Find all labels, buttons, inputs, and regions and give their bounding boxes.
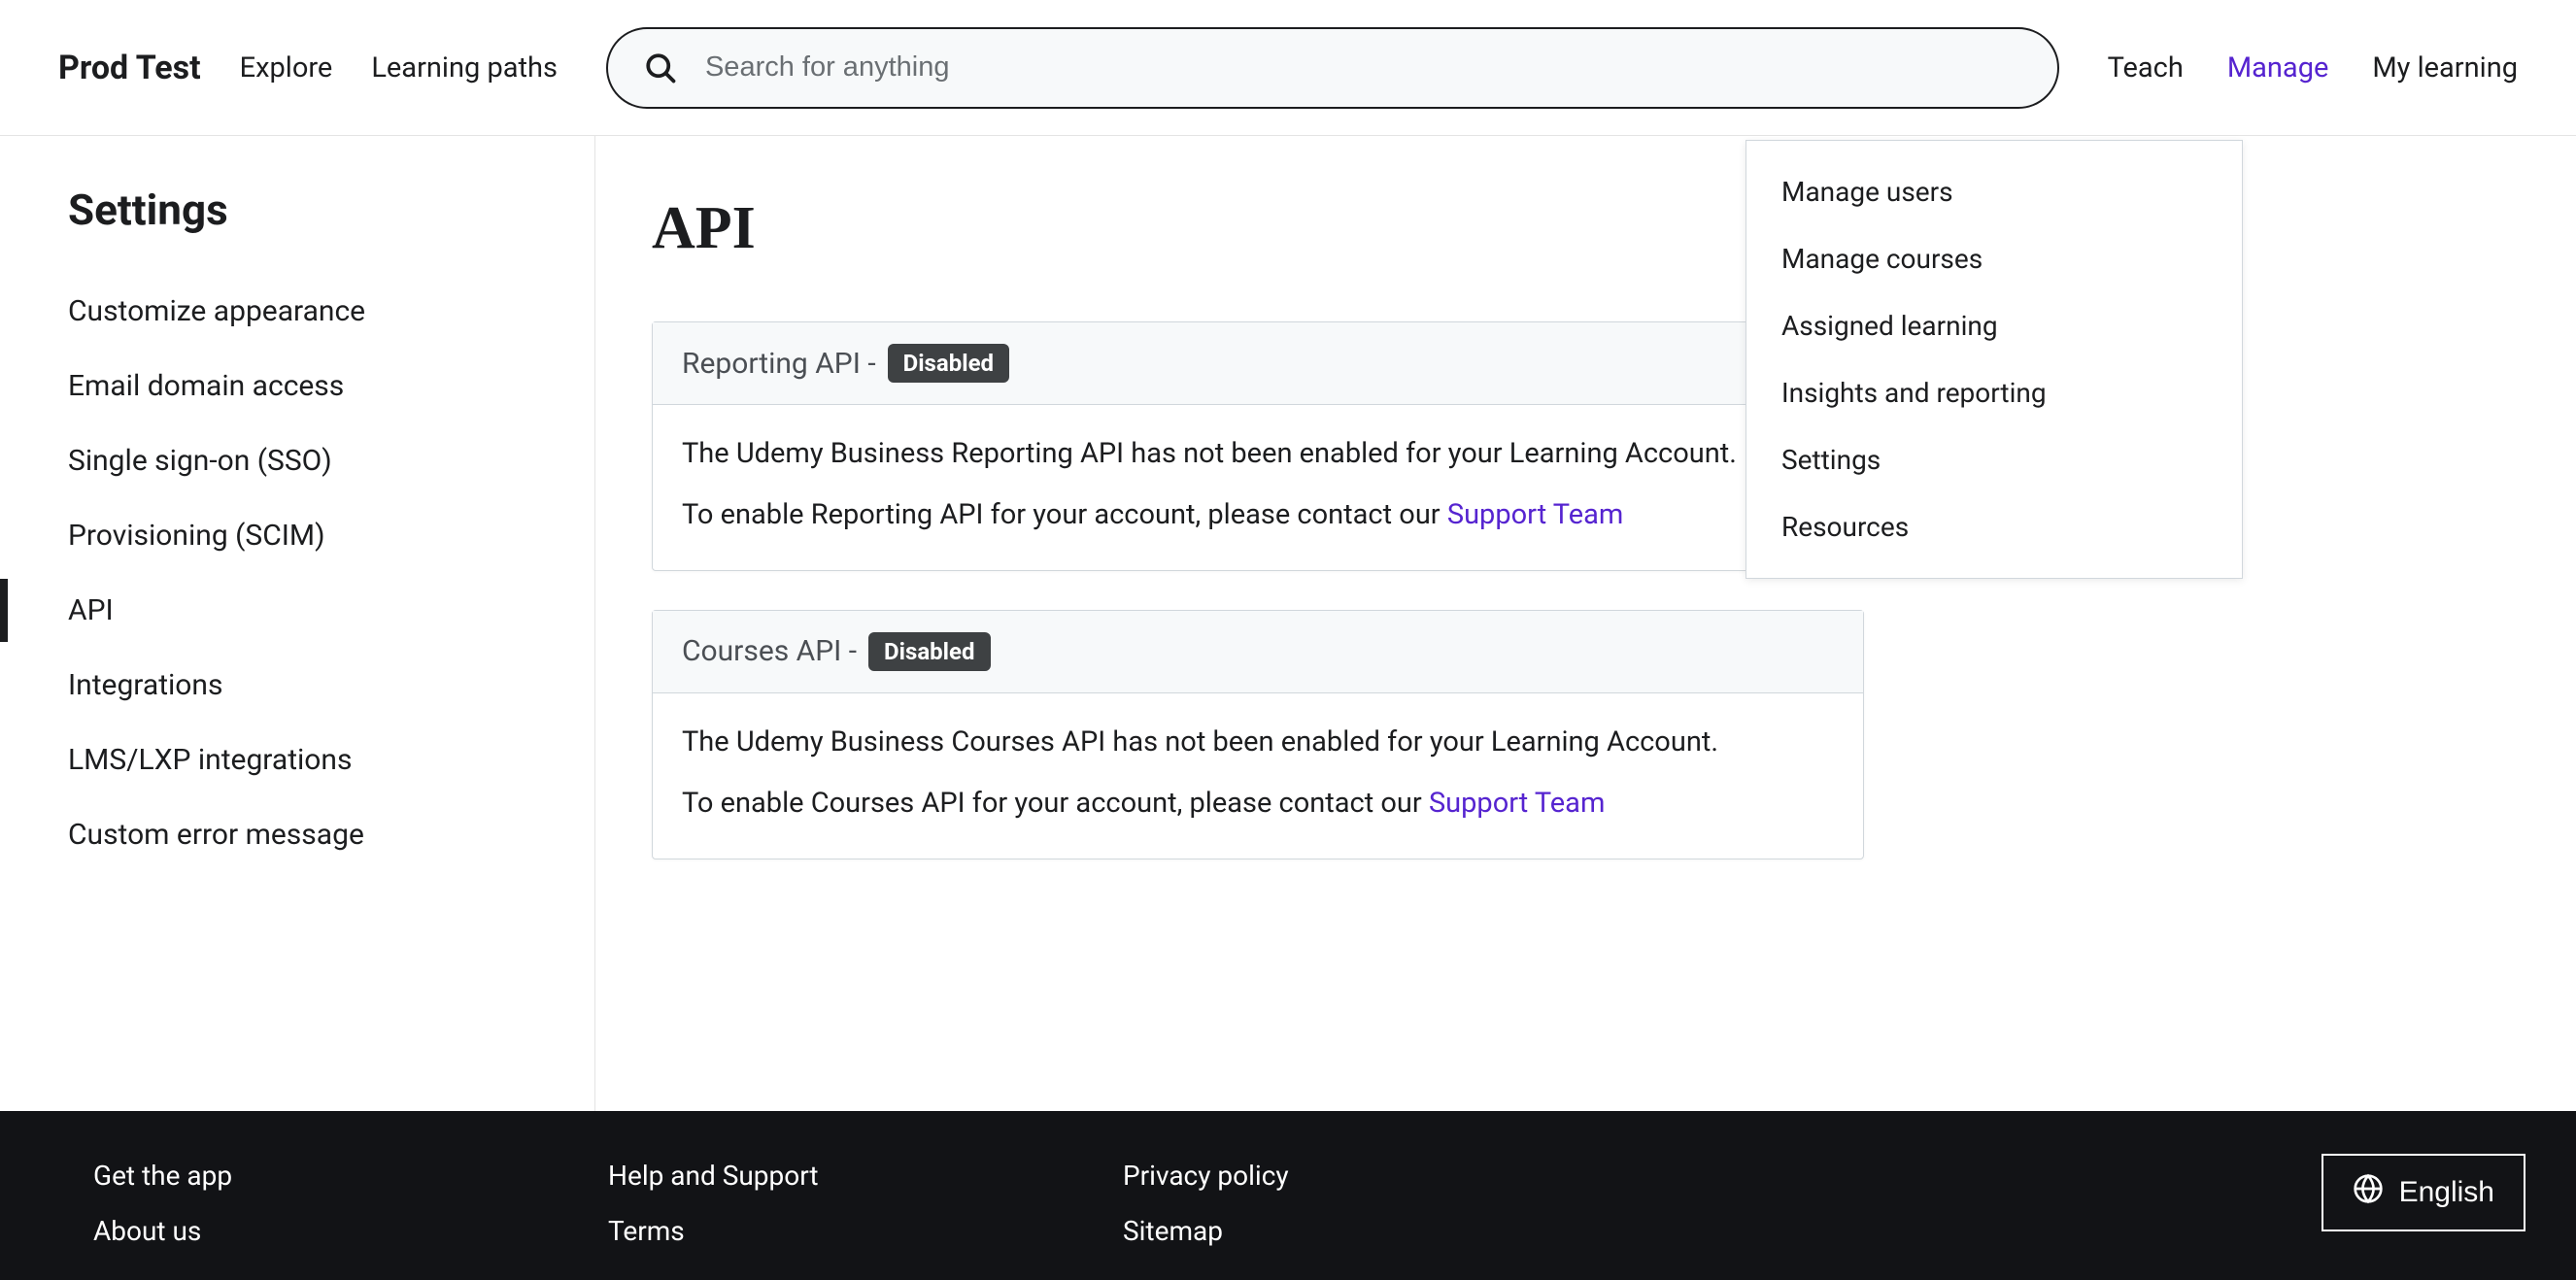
dropdown-resources[interactable]: Resources <box>1746 493 2242 560</box>
footer-get-the-app[interactable]: Get the app <box>93 1160 608 1192</box>
footer-col-2: Help and Support Terms <box>608 1160 1123 1280</box>
card-body-line1: The Udemy Business Reporting API has not… <box>682 432 1834 476</box>
dropdown-insights-reporting[interactable]: Insights and reporting <box>1746 359 2242 426</box>
footer-col-3: Privacy policy Sitemap <box>1123 1160 1638 1280</box>
footer-col-1: Get the app About us <box>93 1160 608 1280</box>
card-title-text: Reporting API <box>682 347 861 381</box>
right-nav: Teach Manage My learning <box>2108 51 2518 84</box>
card-title-sep: - <box>841 634 857 668</box>
header: Prod Test Explore Learning paths Teach M… <box>0 0 2576 136</box>
status-badge: Disabled <box>868 632 990 671</box>
footer-privacy[interactable]: Privacy policy <box>1123 1160 1638 1192</box>
sidebar-title: Settings <box>0 185 594 274</box>
footer-help-support[interactable]: Help and Support <box>608 1160 1123 1192</box>
sidebar-item-email-domain-access[interactable]: Email domain access <box>0 349 594 423</box>
card-header: Reporting API - Disabled <box>653 322 1863 405</box>
nav-teach[interactable]: Teach <box>2108 51 2184 84</box>
card-body-line2-prefix: To enable Reporting API for your account… <box>682 498 1447 531</box>
card-body-line2: To enable Reporting API for your account… <box>682 493 1834 537</box>
nav-manage[interactable]: Manage <box>2227 51 2329 84</box>
card-reporting-api: Reporting API - Disabled The Udemy Busin… <box>652 321 1864 571</box>
card-courses-api: Courses API - Disabled The Udemy Busines… <box>652 610 1864 859</box>
footer-sitemap[interactable]: Sitemap <box>1123 1215 1638 1247</box>
card-body-line2: To enable Courses API for your account, … <box>682 782 1834 825</box>
sidebar-item-customize-appearance[interactable]: Customize appearance <box>0 274 594 349</box>
language-label: English <box>2399 1176 2494 1209</box>
search-input[interactable] <box>606 27 2059 109</box>
card-body-line1: The Udemy Business Courses API has not b… <box>682 721 1834 764</box>
footer-about-us[interactable]: About us <box>93 1215 608 1247</box>
card-body-line2-prefix: To enable Courses API for your account, … <box>682 787 1429 820</box>
sidebar-item-lms-lxp[interactable]: LMS/LXP integrations <box>0 723 594 797</box>
primary-nav: Explore Learning paths <box>240 51 558 84</box>
search-wrap <box>606 27 2059 109</box>
card-header: Courses API - Disabled <box>653 611 1863 693</box>
card-title-text: Courses API <box>682 634 841 668</box>
sidebar: Settings Customize appearance Email doma… <box>0 136 595 1111</box>
status-badge: Disabled <box>888 344 1009 383</box>
sidebar-item-integrations[interactable]: Integrations <box>0 648 594 723</box>
card-title: Reporting API - <box>682 347 876 381</box>
card-title-sep: - <box>861 347 876 381</box>
support-team-link[interactable]: Support Team <box>1429 787 1605 820</box>
dropdown-assigned-learning[interactable]: Assigned learning <box>1746 292 2242 359</box>
search-icon <box>643 51 678 85</box>
nav-explore[interactable]: Explore <box>240 51 333 84</box>
nav-learning-paths[interactable]: Learning paths <box>371 51 558 84</box>
nav-my-learning[interactable]: My learning <box>2372 51 2518 84</box>
dropdown-settings[interactable]: Settings <box>1746 426 2242 493</box>
brand-name[interactable]: Prod Test <box>58 49 201 87</box>
dropdown-manage-courses[interactable]: Manage courses <box>1746 225 2242 292</box>
language-button[interactable]: English <box>2322 1154 2525 1231</box>
card-title: Courses API - <box>682 634 857 668</box>
dropdown-manage-users[interactable]: Manage users <box>1746 158 2242 225</box>
sidebar-item-scim[interactable]: Provisioning (SCIM) <box>0 498 594 573</box>
card-body: The Udemy Business Reporting API has not… <box>653 405 1863 570</box>
footer-terms[interactable]: Terms <box>608 1215 1123 1247</box>
content: API Reporting API - Disabled The Udemy B… <box>595 136 2576 1111</box>
manage-dropdown: Manage users Manage courses Assigned lea… <box>1746 140 2243 579</box>
sidebar-item-api[interactable]: API <box>0 573 594 648</box>
sidebar-item-custom-error[interactable]: Custom error message <box>0 797 594 872</box>
sidebar-nav: Customize appearance Email domain access… <box>0 274 594 872</box>
globe-icon <box>2353 1173 2384 1212</box>
footer: Get the app About us Help and Support Te… <box>0 1111 2576 1280</box>
card-body: The Udemy Business Courses API has not b… <box>653 693 1863 859</box>
sidebar-item-sso[interactable]: Single sign-on (SSO) <box>0 423 594 498</box>
support-team-link[interactable]: Support Team <box>1447 498 1623 531</box>
